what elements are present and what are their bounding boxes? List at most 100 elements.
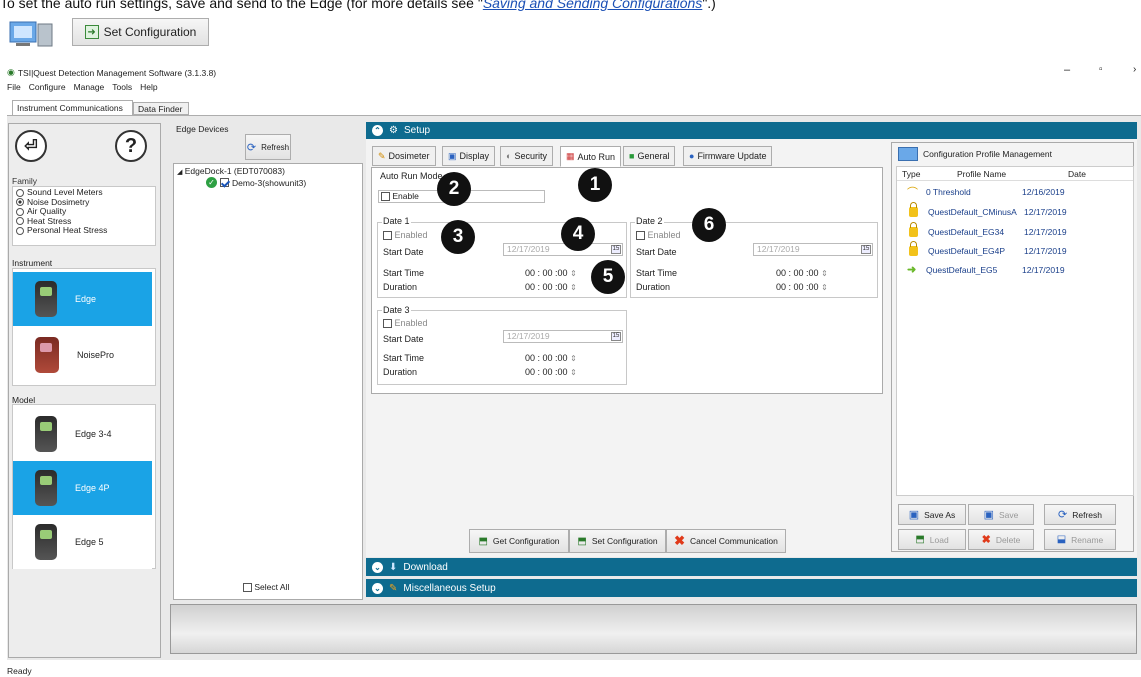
date1-title: Date 1 (382, 216, 411, 226)
callout-1: 1 (578, 168, 612, 202)
date3-start-time-field[interactable]: 00 : 00 :00 ⇕ (525, 353, 577, 363)
set-config-icon: ⬒ (577, 535, 587, 547)
open-lock-icon: ⌒ (907, 186, 918, 199)
rename-button[interactable]: ⬓ Rename (1044, 529, 1116, 550)
misc-section-bar[interactable]: ⌄ ✎ Miscellaneous Setup (366, 579, 1137, 597)
cancel-communication-button[interactable]: ✖ Cancel Communication (666, 529, 786, 553)
date1-enabled[interactable]: Enabled (383, 230, 428, 241)
profile-row[interactable]: QuestDefault_CMinusA 12/17/2019 (897, 201, 1135, 220)
date1-start-date-field[interactable]: 12/17/2019 15 (503, 243, 623, 256)
instruction-link[interactable]: Saving and Sending Configurations (483, 0, 703, 11)
minimize-button[interactable]: – (1064, 64, 1070, 76)
collapse-icon: ⌃ (372, 125, 383, 136)
display-icon: ▣ (448, 150, 457, 161)
instrument-noisepro[interactable]: NoisePro (13, 328, 152, 382)
menu-file[interactable]: File (7, 82, 21, 92)
calendar-picker-icon[interactable]: 15 (611, 245, 621, 254)
tab-security[interactable]: ◐ Security (500, 146, 553, 166)
refresh-icon: ⟳ (1058, 509, 1068, 521)
edge-device-image (35, 281, 57, 317)
calendar-picker-icon[interactable]: 15 (611, 332, 621, 341)
expand-icon[interactable]: ◢ (177, 169, 182, 176)
edge-5-image (35, 524, 57, 560)
date1-duration-field[interactable]: 00 : 00 :00 ⇕ (525, 282, 577, 292)
lock-icon (909, 240, 918, 256)
date2-start-date-field[interactable]: 12/17/2019 15 (753, 243, 873, 256)
back-button[interactable]: ⏎ (15, 130, 47, 162)
save-as-button[interactable]: ▣ Save As (898, 504, 966, 525)
model-edge-4p[interactable]: Edge 4P (13, 461, 152, 515)
refresh-icon: ⟳ (246, 141, 257, 154)
tab-display[interactable]: ▣ Display (442, 146, 496, 166)
edge-3-4-image (35, 416, 57, 452)
date3-enabled[interactable]: Enabled (383, 318, 428, 329)
date2-start-time-field[interactable]: 00 : 00 :00 ⇕ (776, 268, 828, 278)
unit-checkbox[interactable] (220, 178, 229, 187)
arrow-icon: ➜ (907, 264, 917, 276)
delete-icon: ✖ (981, 534, 991, 546)
noisepro-device-image (35, 337, 59, 373)
date3-duration-label: Duration (383, 367, 418, 377)
instruction-text: To set the auto run settings, save and s… (0, 0, 716, 11)
instrument-edge[interactable]: Edge (13, 272, 152, 326)
get-configuration-button[interactable]: ⬒ Get Configuration (469, 529, 569, 553)
date2-start-time-label: Start Time (636, 268, 678, 278)
download-icon: ⬇ (389, 561, 398, 573)
callout-6: 6 (692, 208, 726, 242)
tree-dock-node[interactable]: ◢ EdgeDock-1 (EDT070083) (177, 166, 285, 176)
tree-unit-node[interactable]: ✓ Demo-3(showunit3) (206, 177, 306, 188)
date2-enabled[interactable]: Enabled (636, 230, 681, 241)
tab-data-finder[interactable]: Data Finder (133, 102, 189, 115)
tab-dosimeter[interactable]: ✎ Dosimeter (372, 146, 436, 166)
select-all[interactable]: Select All (243, 582, 289, 593)
tab-general[interactable]: ■ General (623, 146, 676, 166)
devices-refresh-button[interactable]: ⟳ Refresh (245, 134, 291, 160)
family-label: Family (12, 176, 38, 186)
date3-start-date-field[interactable]: 12/17/2019 15 (503, 330, 623, 343)
calendar-picker-icon[interactable]: 15 (861, 245, 871, 254)
calendar-icon: ▦ (566, 151, 575, 161)
date1-start-date-label: Start Date (383, 247, 424, 257)
family-option[interactable]: Personal Heat Stress (16, 225, 152, 236)
instruction-set-configuration-button[interactable]: ➜ Set Configuration (72, 18, 209, 46)
close-button[interactable]: › (1133, 64, 1136, 75)
set-configuration-button[interactable]: ⬒ Set Configuration (569, 529, 666, 553)
setup-section-bar[interactable]: ⌃ ⚙ Setup (366, 122, 1137, 139)
spinner-icon: ⇕ (570, 269, 577, 278)
menu-bar: File Configure Manage Tools Help (7, 82, 158, 92)
load-button[interactable]: ⬒ Load (898, 529, 966, 550)
profile-row[interactable]: QuestDefault_EG4P 12/17/2019 (897, 240, 1135, 259)
date1-start-time-field[interactable]: 00 : 00 :00 ⇕ (525, 268, 577, 278)
spinner-icon: ⇕ (570, 368, 577, 377)
menu-tools[interactable]: Tools (112, 82, 132, 92)
profile-row[interactable]: QuestDefault_EG34 12/17/2019 (897, 221, 1135, 240)
date2-title: Date 2 (635, 216, 664, 226)
model-edge-5[interactable]: Edge 5 (13, 515, 152, 569)
profile-header: Configuration Profile Management (898, 147, 1052, 161)
profiles-refresh-button[interactable]: ⟳ Refresh (1044, 504, 1116, 525)
tab-instrument-communications[interactable]: Instrument Communications (12, 100, 133, 115)
instrument-label: Instrument (12, 258, 53, 268)
tab-firmware-update[interactable]: ● Firmware Update (683, 146, 773, 166)
maximize-button[interactable]: ▫ (1099, 64, 1103, 75)
delete-button[interactable]: ✖ Delete (968, 529, 1034, 550)
save-as-icon: ▣ (908, 509, 920, 521)
profile-row[interactable]: ⌒ 0 Threshold 12/16/2019 (897, 183, 1135, 200)
download-section-bar[interactable]: ⌄ ⬇ Download (366, 558, 1137, 576)
save-button[interactable]: ▣ Save (968, 504, 1034, 525)
menu-help[interactable]: Help (140, 82, 157, 92)
menu-manage[interactable]: Manage (74, 82, 105, 92)
menu-configure[interactable]: Configure (29, 82, 66, 92)
date3-duration-field[interactable]: 00 : 00 :00 ⇕ (525, 367, 577, 377)
expand-icon: ⌄ (372, 561, 383, 573)
help-icon[interactable]: ? (115, 130, 147, 162)
app-icon: ◉ (7, 67, 15, 77)
model-edge-3-4[interactable]: Edge 3-4 (13, 407, 152, 461)
date2-duration-field[interactable]: 00 : 00 :00 ⇕ (776, 282, 828, 292)
bottom-panel (170, 604, 1137, 654)
tab-auto-run[interactable]: ▦ Auto Run (560, 146, 622, 167)
profile-row[interactable]: ➜ QuestDefault_EG5 12/17/2019 (897, 261, 1135, 278)
spinner-icon: ⇕ (821, 283, 828, 292)
spinner-icon: ⇕ (570, 283, 577, 292)
family-group: Family Sound Level Meters Noise Dosimetr… (12, 176, 156, 246)
